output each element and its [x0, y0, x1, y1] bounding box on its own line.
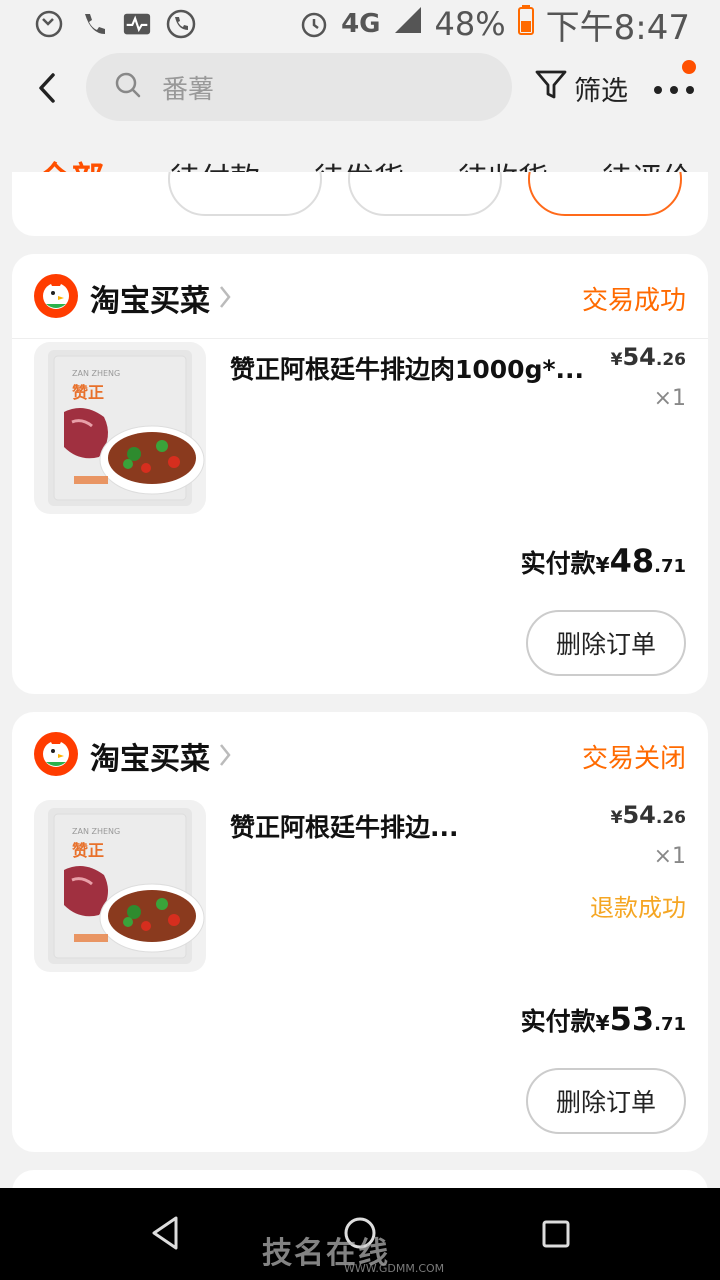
chevron-right-icon — [218, 284, 232, 314]
back-arrow-icon — [39, 73, 55, 103]
more-menu-button[interactable] — [652, 60, 696, 104]
shop-logo-icon — [34, 732, 78, 776]
refund-status: 退款成功 — [590, 894, 686, 922]
action-button-partial[interactable] — [348, 172, 502, 216]
shop-name: 淘宝买菜 — [90, 742, 210, 777]
nav-back-button[interactable] — [142, 1208, 192, 1258]
product-brand-en: ZAN ZHENG — [72, 827, 120, 836]
order-card: 淘宝买菜 交易关闭 ZAN ZHENG 赞正 赞正阿根廷牛排边... ¥54.2… — [12, 712, 708, 1152]
product-image[interactable]: ZAN ZHENG 赞正 — [34, 342, 206, 514]
product-brand-cn: 赞正 — [71, 383, 104, 402]
missed-call-icon — [34, 9, 64, 39]
amount-paid: 实付款¥53.71 — [520, 1000, 686, 1038]
chevron-right-icon — [218, 742, 232, 772]
filter-button[interactable]: 筛选 — [534, 68, 628, 109]
status-bar: 4G 48% 下午8:47 — [0, 0, 720, 48]
network-type: 4G — [341, 9, 381, 39]
system-nav-bar: 技名在线 WWW.GDMM.COM — [0, 1188, 720, 1280]
triangle-back-icon — [152, 1216, 178, 1250]
activity-icon — [122, 9, 152, 39]
phone-icon — [166, 9, 196, 39]
product-price: ¥54.26 — [610, 801, 686, 829]
square-recents-icon — [542, 1220, 570, 1248]
more-dot-icon — [654, 86, 662, 94]
divider — [12, 338, 708, 339]
back-button[interactable] — [30, 66, 64, 110]
order-card: 淘宝买菜 交易成功 ZAN ZHENG 赞正 赞正阿根廷牛排边肉1000g*..… — [12, 254, 708, 694]
product-price: ¥54.26 — [610, 343, 686, 371]
product-brand-cn: 赞正 — [71, 841, 104, 860]
call-hd-icon — [78, 9, 108, 39]
battery-level: 48% — [434, 5, 506, 43]
header: 番薯 筛选 — [0, 48, 720, 128]
more-dot-icon — [670, 86, 678, 94]
delete-order-button[interactable]: 删除订单 — [526, 610, 686, 676]
order-status: 交易成功 — [581, 286, 686, 316]
more-dot-icon — [686, 86, 694, 94]
filter-icon — [534, 68, 568, 109]
shop-name: 淘宝买菜 — [90, 284, 210, 319]
alarm-icon — [299, 9, 329, 39]
action-button-partial[interactable] — [528, 172, 682, 216]
battery-icon — [517, 5, 534, 43]
filter-label: 筛选 — [574, 76, 628, 107]
product-quantity: ×1 — [653, 386, 686, 411]
notification-badge — [682, 60, 696, 74]
product-image[interactable]: ZAN ZHENG 赞正 — [34, 800, 206, 972]
clock: 下午8:47 — [545, 7, 690, 48]
product-title[interactable]: 赞正阿根廷牛排边... — [230, 808, 459, 844]
search-icon — [114, 71, 142, 103]
product-brand-en: ZAN ZHENG — [72, 369, 120, 378]
shop-header[interactable]: 淘宝买菜 交易成功 — [12, 254, 708, 338]
shop-logo-icon — [34, 274, 78, 318]
search-bar[interactable]: 番薯 — [86, 53, 512, 121]
product-quantity: ×1 — [653, 844, 686, 869]
amount-paid: 实付款¥48.71 — [520, 542, 686, 580]
delete-order-button[interactable]: 删除订单 — [526, 1068, 686, 1134]
nav-recents-button[interactable] — [530, 1208, 580, 1258]
order-status: 交易关闭 — [581, 744, 686, 774]
watermark-url: WWW.GDMM.COM — [344, 1262, 445, 1275]
search-placeholder: 番薯 — [162, 74, 215, 105]
product-title[interactable]: 赞正阿根廷牛排边肉1000g*... — [230, 350, 584, 386]
action-button-partial[interactable] — [168, 172, 322, 216]
order-card-partial — [12, 172, 708, 236]
shop-header[interactable]: 淘宝买菜 交易关闭 — [12, 712, 708, 796]
signal-icon — [393, 5, 423, 43]
